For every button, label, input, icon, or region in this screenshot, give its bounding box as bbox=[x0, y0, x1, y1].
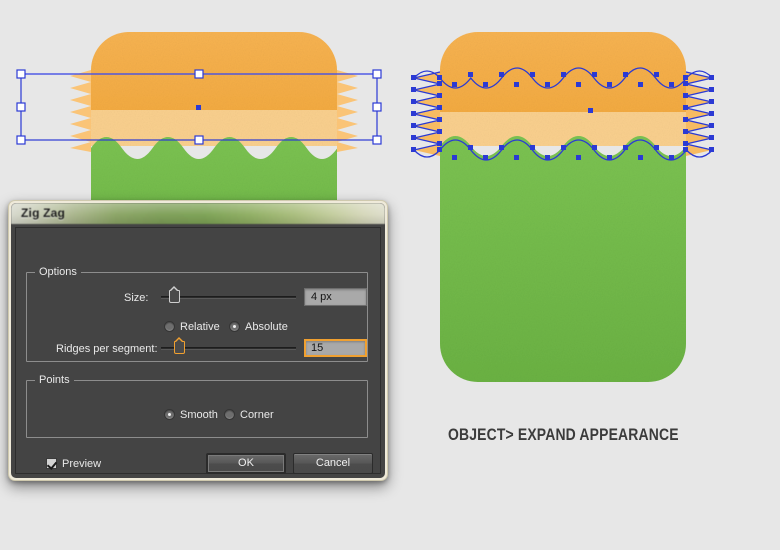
radio-smooth[interactable]: Smooth bbox=[164, 409, 218, 422]
dialog-body: Options Size: 4 px Relative Absolute Rid… bbox=[15, 227, 381, 474]
options-group-label: Options bbox=[35, 266, 81, 278]
radio-corner-label: Corner bbox=[240, 409, 274, 421]
size-value-field[interactable]: 4 px bbox=[304, 288, 367, 306]
right-green-body bbox=[440, 136, 686, 382]
size-slider-track[interactable] bbox=[161, 296, 296, 299]
right-center-point bbox=[588, 108, 593, 113]
dialog-inner: Zig Zag Options Size: 4 px Relative Abso… bbox=[11, 203, 385, 478]
radio-absolute-dot bbox=[229, 321, 240, 332]
dialog-titlebar[interactable]: Zig Zag bbox=[11, 203, 385, 224]
radio-absolute-label: Absolute bbox=[245, 321, 288, 333]
points-group-label: Points bbox=[35, 374, 74, 386]
screenshot-stage: OBJECT> EXPAND APPEARANCE Zig Zag Option… bbox=[0, 0, 780, 550]
ok-button[interactable]: OK bbox=[206, 453, 286, 474]
radio-corner-dot bbox=[224, 409, 235, 420]
caption-expand-appearance: OBJECT> EXPAND APPEARANCE bbox=[448, 425, 679, 444]
radio-relative-dot bbox=[164, 321, 175, 332]
radio-smooth-dot bbox=[164, 409, 175, 420]
left-center-point bbox=[196, 105, 201, 110]
size-label: Size: bbox=[124, 292, 149, 304]
radio-relative[interactable]: Relative bbox=[164, 321, 220, 334]
ridges-value-field[interactable]: 15 bbox=[304, 339, 367, 357]
ridges-slider[interactable] bbox=[161, 337, 296, 354]
radio-absolute[interactable]: Absolute bbox=[229, 321, 288, 334]
preview-checkbox-box bbox=[46, 458, 57, 469]
ridges-slider-knob[interactable] bbox=[174, 337, 185, 354]
size-slider[interactable] bbox=[161, 286, 296, 303]
zigzag-dialog[interactable]: Zig Zag Options Size: 4 px Relative Abso… bbox=[8, 200, 388, 481]
radio-relative-label: Relative bbox=[180, 321, 220, 333]
dialog-title: Zig Zag bbox=[21, 206, 66, 220]
preview-checkbox[interactable]: Preview bbox=[46, 458, 101, 471]
radio-corner[interactable]: Corner bbox=[224, 409, 274, 422]
cancel-button[interactable]: Cancel bbox=[293, 453, 373, 474]
size-slider-knob[interactable] bbox=[169, 286, 180, 303]
ridges-label: Ridges per segment: bbox=[56, 343, 158, 355]
preview-checkbox-label: Preview bbox=[62, 458, 102, 470]
radio-smooth-label: Smooth bbox=[180, 409, 218, 421]
